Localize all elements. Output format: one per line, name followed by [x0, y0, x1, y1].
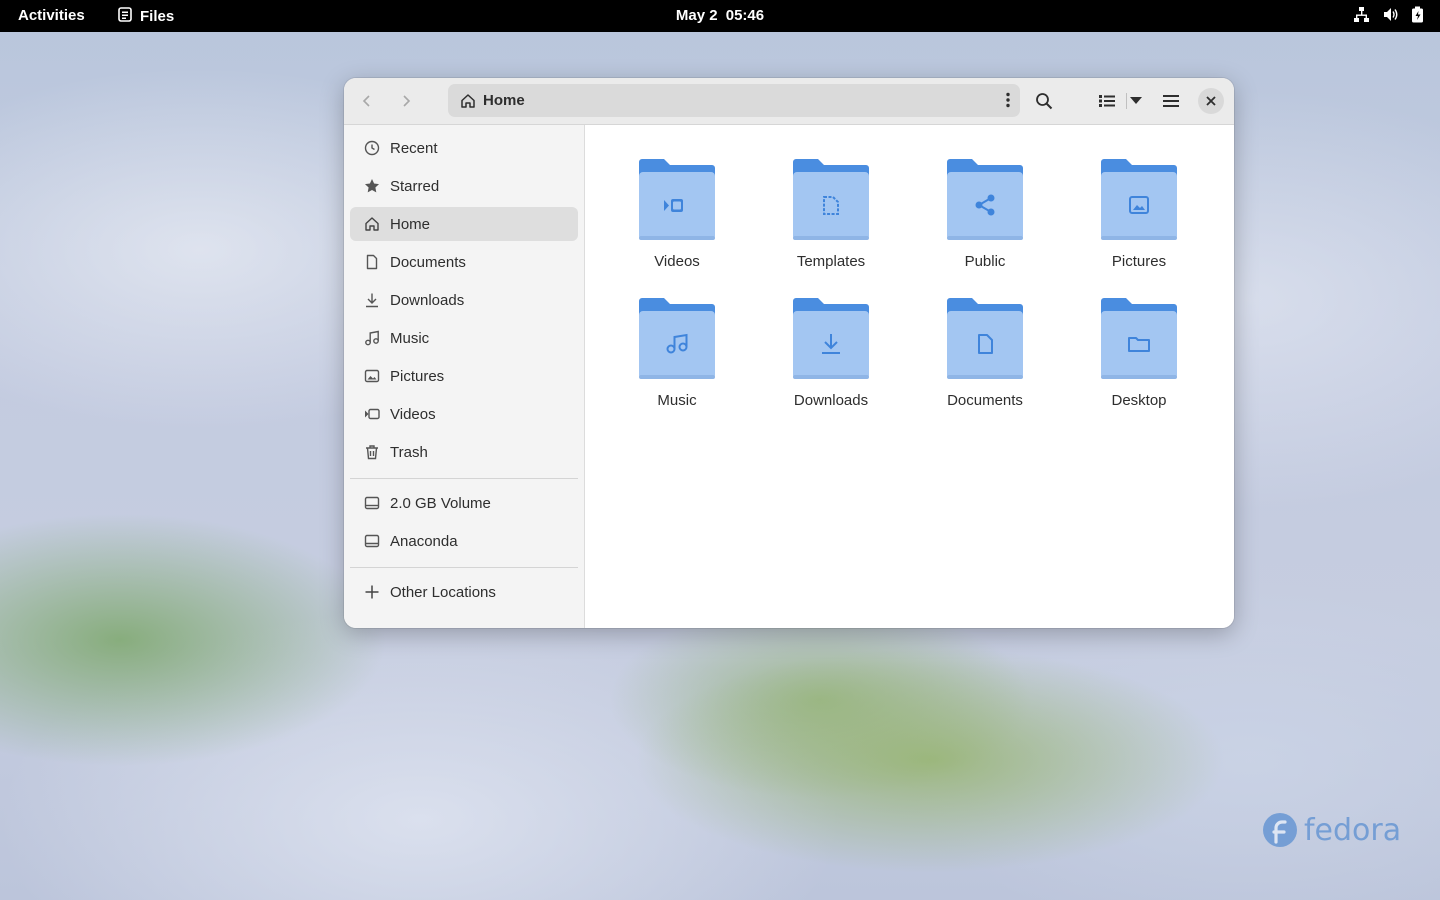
clock-time: 05:46 — [725, 7, 765, 24]
sidebar-item-label: Anaconda — [390, 532, 458, 550]
sidebar: Recent Starred Home Documents Downloads … — [344, 125, 585, 628]
file-name: Music — [657, 392, 697, 409]
folder-icon — [639, 298, 715, 379]
sidebar-item-label: Downloads — [390, 291, 465, 309]
path-segment-home[interactable]: Home — [483, 92, 525, 109]
sidebar-item-pictures[interactable]: Pictures — [350, 359, 578, 393]
folder-icon — [639, 159, 715, 240]
sidebar-item-label: Other Locations — [390, 583, 496, 601]
hamburger-icon — [1163, 95, 1179, 107]
folder-icon — [1101, 298, 1177, 379]
file-name: Public — [964, 253, 1006, 270]
header-bar: Home — [344, 78, 1234, 125]
sidebar-separator — [350, 478, 578, 479]
document-icon — [364, 254, 380, 270]
picture-icon — [364, 368, 380, 384]
clock-button[interactable]: May 2 05:46 — [0, 7, 1440, 24]
file-name: Videos — [654, 253, 700, 270]
sidebar-item-anaconda[interactable]: Anaconda — [350, 524, 578, 558]
file-item-templates[interactable]: Templates — [771, 150, 891, 280]
sidebar-item-home[interactable]: Home — [350, 207, 578, 241]
clock-icon — [364, 140, 380, 156]
network-icon — [1353, 6, 1370, 23]
folder-icon — [793, 298, 869, 379]
view-options-button[interactable] — [1121, 86, 1151, 116]
sidebar-item-label: Trash — [390, 443, 428, 461]
view-toggle-button[interactable] — [1092, 86, 1122, 116]
plus-icon — [364, 584, 380, 600]
volume-icon — [1382, 6, 1399, 23]
folder-icon — [947, 159, 1023, 240]
sidebar-item-recent[interactable]: Recent — [350, 131, 578, 165]
trash-icon — [364, 444, 380, 460]
file-item-documents[interactable]: Documents — [925, 289, 1045, 419]
top-bar: Activities Files May 2 05:46 — [0, 0, 1440, 32]
fedora-logo: fedora — [1262, 812, 1401, 848]
video-icon — [364, 406, 380, 422]
sidebar-item-label: 2.0 GB Volume — [390, 494, 491, 512]
file-item-videos[interactable]: Videos — [617, 150, 737, 280]
chevron-left-icon — [362, 95, 370, 107]
files-window: Home Recent Starred Home Documents Downl… — [344, 78, 1234, 628]
file-item-public[interactable]: Public — [925, 150, 1045, 280]
home-icon — [460, 93, 476, 114]
sidebar-item-label: Music — [390, 329, 430, 347]
sidebar-item-trash[interactable]: Trash — [350, 435, 578, 469]
download-icon — [364, 292, 380, 308]
path-menu-button[interactable] — [1006, 92, 1010, 113]
sidebar-item-videos[interactable]: Videos — [350, 397, 578, 431]
sidebar-item-label: Documents — [390, 253, 466, 271]
sidebar-item-starred[interactable]: Starred — [350, 169, 578, 203]
file-item-pictures[interactable]: Pictures — [1079, 150, 1199, 280]
system-status-menu[interactable] — [1353, 6, 1424, 23]
file-view: Videos Templates Public Pictures Music D… — [585, 125, 1234, 628]
battery-icon — [1411, 6, 1424, 23]
home-icon — [364, 216, 380, 232]
path-bar[interactable]: Home — [448, 84, 1020, 117]
folder-icon — [793, 159, 869, 240]
file-name: Pictures — [1111, 253, 1167, 270]
chevron-right-icon — [403, 95, 411, 107]
sidebar-item-label: Videos — [390, 405, 436, 423]
close-button[interactable] — [1198, 88, 1224, 114]
close-icon — [1206, 96, 1216, 106]
file-name: Downloads — [793, 392, 869, 409]
sidebar-item-downloads[interactable]: Downloads — [350, 283, 578, 317]
fedora-logo-icon — [1263, 813, 1297, 847]
sidebar-separator — [350, 567, 578, 568]
sidebar-item-volume[interactable]: 2.0 GB Volume — [350, 486, 578, 520]
forward-button[interactable] — [391, 86, 421, 116]
file-item-downloads[interactable]: Downloads — [771, 289, 891, 419]
file-item-desktop[interactable]: Desktop — [1079, 289, 1199, 419]
file-name: Templates — [796, 253, 866, 270]
fedora-wordmark: fedora — [1304, 812, 1402, 848]
sidebar-item-documents[interactable]: Documents — [350, 245, 578, 279]
clock-date: May 2 — [675, 7, 718, 24]
back-button[interactable] — [352, 86, 382, 116]
folder-icon — [1101, 159, 1177, 240]
sidebar-item-label: Pictures — [390, 367, 445, 385]
music-icon — [364, 330, 380, 346]
sidebar-item-other-locations[interactable]: Other Locations — [350, 575, 578, 609]
star-icon — [364, 178, 380, 194]
search-button[interactable] — [1029, 86, 1059, 116]
sidebar-item-label: Starred — [390, 177, 440, 195]
drive-icon — [364, 533, 380, 549]
file-name: Documents — [947, 392, 1023, 409]
file-item-music[interactable]: Music — [617, 289, 737, 419]
list-view-icon — [1099, 95, 1115, 107]
drive-icon — [364, 495, 380, 511]
file-name: Desktop — [1111, 392, 1167, 409]
search-icon — [1036, 93, 1053, 110]
main-menu-button[interactable] — [1156, 86, 1186, 116]
folder-icon — [947, 298, 1023, 379]
sidebar-item-label: Recent — [390, 139, 438, 157]
chevron-down-icon — [1130, 97, 1142, 104]
sidebar-item-label: Home — [390, 215, 431, 233]
more-vertical-icon — [1006, 92, 1010, 108]
sidebar-item-music[interactable]: Music — [350, 321, 578, 355]
